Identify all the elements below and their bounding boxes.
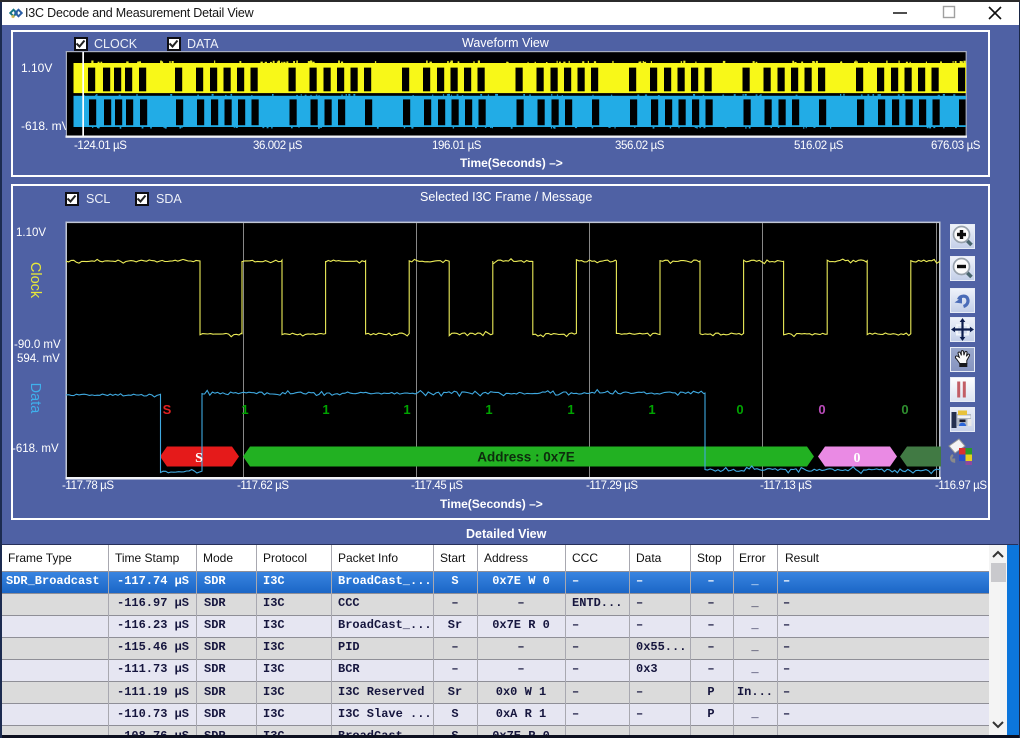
svg-text:0: 0 [736, 402, 743, 417]
svg-text:0: 0 [854, 451, 861, 466]
svg-text:S: S [163, 402, 172, 417]
svg-text:Clock: Clock [27, 261, 43, 298]
svg-text:0: 0 [901, 402, 908, 417]
svg-text:1: 1 [403, 402, 410, 417]
svg-text:Address : 0x7E: Address : 0x7E [477, 450, 575, 465]
svg-text:Data: Data [27, 382, 43, 414]
svg-text:0: 0 [818, 402, 825, 417]
svg-text:1: 1 [485, 402, 492, 417]
svg-text:1: 1 [322, 402, 329, 417]
svg-text:S: S [195, 451, 203, 466]
svg-text:1: 1 [241, 402, 248, 417]
svg-text:1: 1 [567, 402, 574, 417]
svg-text:1: 1 [648, 402, 655, 417]
